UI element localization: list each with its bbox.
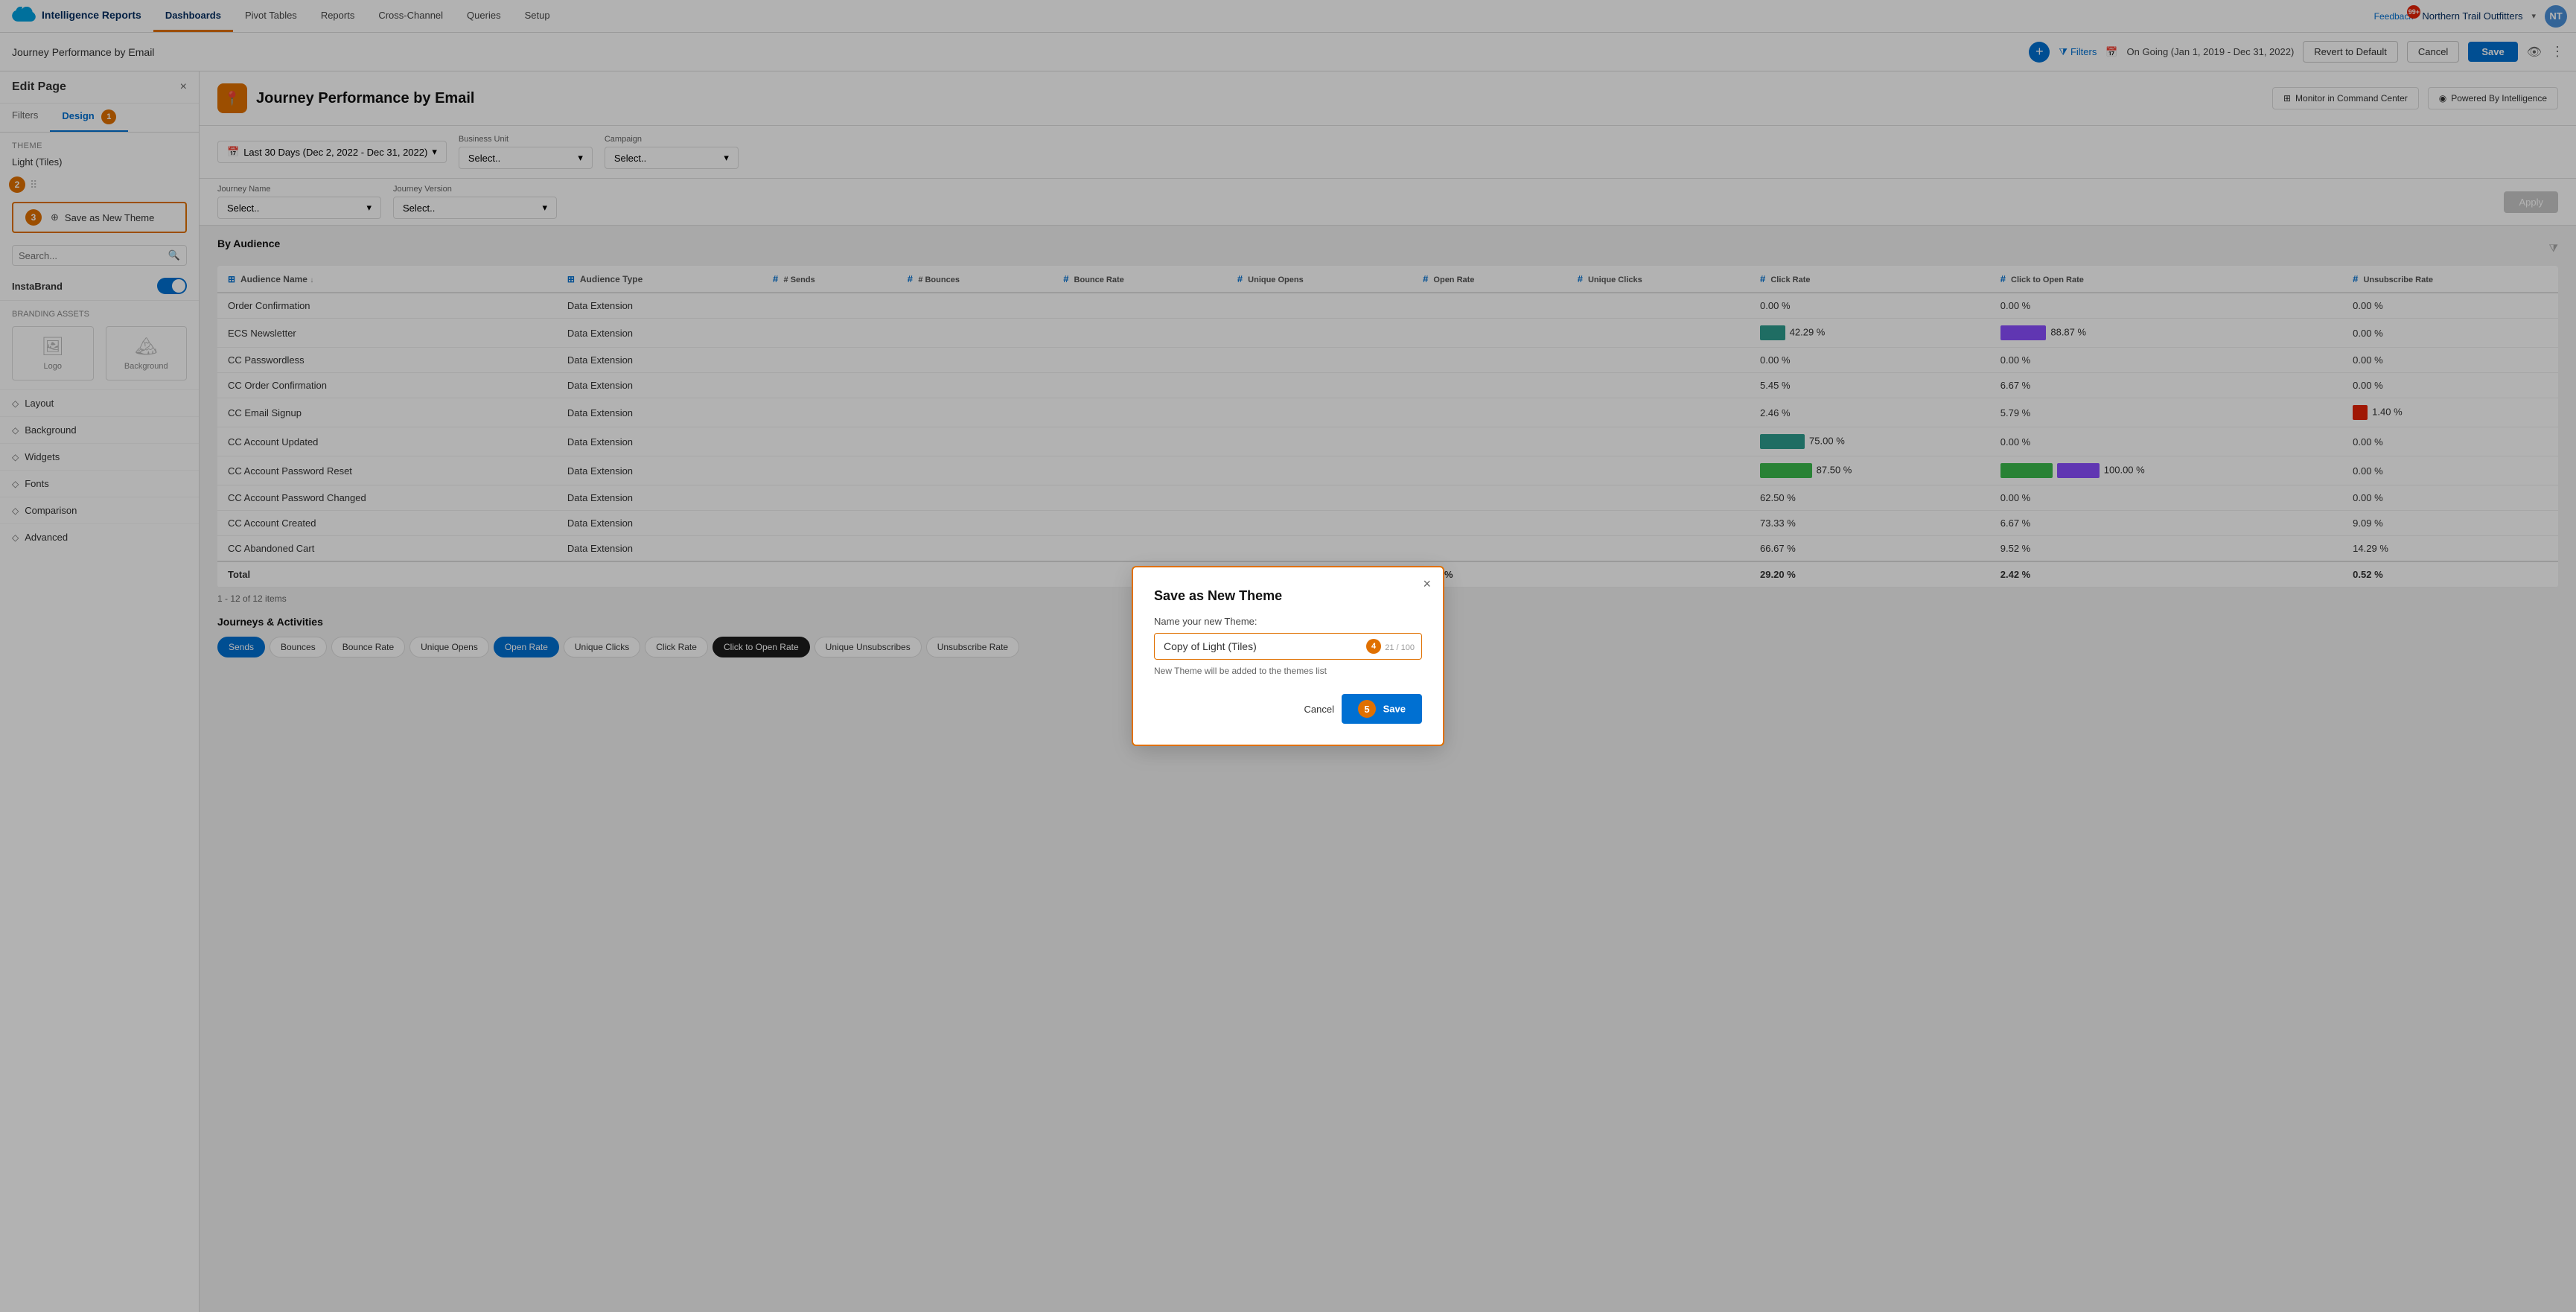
step-5-badge: 5 (1358, 700, 1376, 718)
save-as-new-theme-modal: × Save as New Theme Name your new Theme:… (1132, 566, 1444, 746)
modal-actions: Cancel 5 Save (1154, 694, 1422, 724)
theme-name-input[interactable] (1154, 633, 1422, 660)
modal-cancel-button[interactable]: Cancel (1304, 704, 1334, 715)
modal-name-label: Name your new Theme: (1154, 616, 1422, 627)
modal-save-button[interactable]: 5 Save (1342, 694, 1422, 724)
char-count: 21 / 100 (1385, 643, 1415, 652)
modal-overlay[interactable]: × Save as New Theme Name your new Theme:… (0, 0, 2576, 1312)
modal-title: Save as New Theme (1154, 588, 1422, 604)
modal-hint: New Theme will be added to the themes li… (1154, 666, 1422, 676)
step-4-badge: 4 (1366, 639, 1381, 654)
modal-input-wrap: 21 / 100 4 (1154, 633, 1422, 660)
modal-close-button[interactable]: × (1423, 576, 1431, 592)
